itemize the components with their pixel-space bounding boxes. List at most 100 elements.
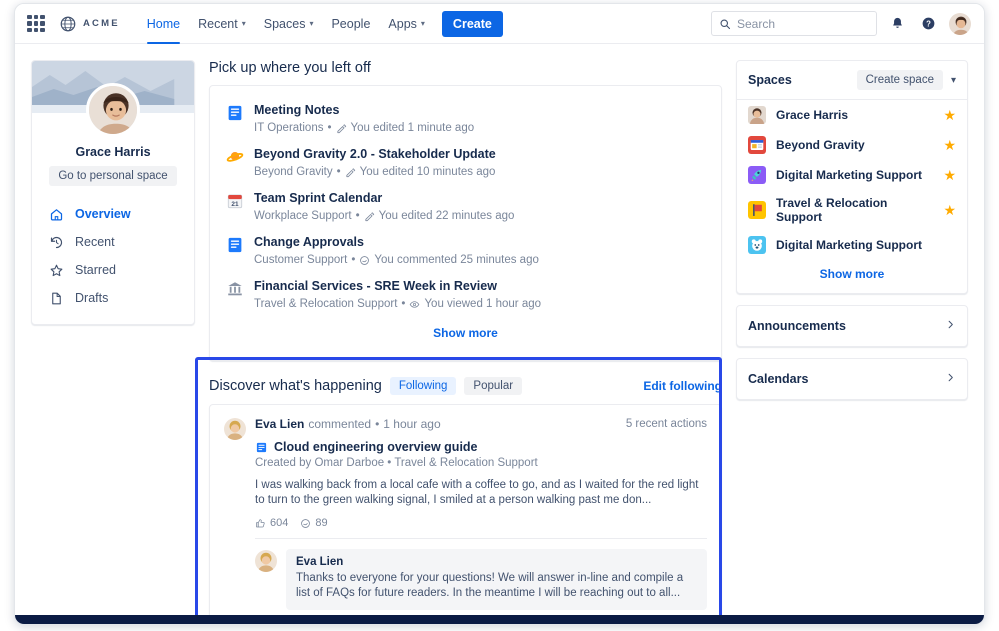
pickup-item[interactable]: Beyond Gravity 2.0 - Stakeholder Update … (210, 142, 721, 186)
feed-time: 1 hour ago (383, 417, 440, 431)
tab-following[interactable]: Following (390, 377, 457, 395)
sidebar-item-overview-label: Overview (75, 207, 131, 221)
discover-header: Discover what's happening Following Popu… (209, 377, 722, 395)
go-to-personal-space-button[interactable]: Go to personal space (49, 166, 176, 186)
user-avatar[interactable] (948, 12, 972, 36)
star-icon[interactable]: ★ (943, 137, 956, 154)
notifications-button[interactable] (886, 13, 908, 35)
pickup-item-meta: Workplace Support • You edited 22 minute… (254, 209, 514, 223)
nav-item-home[interactable]: Home (138, 4, 189, 44)
nav-item-spaces[interactable]: Spaces ▾ (255, 4, 323, 44)
dot-separator: • (356, 209, 360, 223)
app-switcher-icon[interactable] (27, 15, 45, 33)
pickup-item-action: You edited 22 minutes ago (379, 209, 515, 223)
avatar-image (255, 550, 277, 572)
nav-item-recent[interactable]: Recent ▾ (189, 4, 255, 44)
search-input[interactable]: Search (711, 11, 877, 36)
sidebar-item-drafts[interactable]: Drafts (32, 284, 194, 312)
sidebar-item-recent-label: Recent (75, 235, 115, 249)
purple-rocket-icon (748, 166, 766, 184)
show-more-link[interactable]: Show more (433, 326, 498, 340)
chevron-down-icon: ▾ (421, 19, 425, 28)
feed-doc-meta: Created by Omar Darboe • Travel & Reloca… (255, 457, 707, 469)
pickup-item-content: Team Sprint Calendar Workplace Support •… (254, 191, 514, 223)
space-item-grace-harris[interactable]: Grace Harris ★ (737, 100, 967, 130)
tab-popular[interactable]: Popular (464, 377, 522, 395)
announcements-panel[interactable]: Announcements (736, 305, 968, 347)
feed-author-name[interactable]: Eva Lien (255, 417, 304, 431)
announcements-title: Announcements (748, 319, 846, 333)
create-space-button[interactable]: Create space (857, 70, 943, 90)
pickup-item-meta: Travel & Relocation Support • You viewed… (254, 297, 541, 311)
dot-separator: • (337, 165, 341, 179)
space-item-digital-marketing-support[interactable]: Digital Marketing Support ★ (737, 160, 967, 190)
reply-author-name[interactable]: Eva Lien (296, 556, 697, 568)
pickup-item-title: Change Approvals (254, 235, 539, 250)
nav-item-people-label: People (331, 17, 370, 31)
chevron-right-icon (945, 370, 956, 388)
globe-icon (59, 15, 77, 33)
profile-avatar (86, 83, 140, 137)
star-icon (48, 262, 64, 278)
page-icon (48, 290, 64, 306)
spaces-title: Spaces (748, 73, 792, 87)
bank-icon (226, 280, 244, 298)
reply-author-avatar[interactable] (255, 550, 277, 572)
space-item-travel-relocation-support[interactable]: Travel & Relocation Support ★ (737, 190, 967, 230)
pickup-item-content: Change Approvals Customer Support • You … (254, 235, 539, 267)
dot-separator: • (327, 121, 331, 135)
svg-text:?: ? (926, 19, 931, 28)
feed-action: commented (308, 417, 371, 431)
left-sidebar: Grace Harris Go to personal space Overvi… (31, 60, 195, 625)
space-name: Digital Marketing Support (776, 238, 922, 252)
comment-count: 89 (315, 517, 327, 529)
discover-section: Discover what's happening Following Popu… (209, 377, 722, 625)
feed-doc-title[interactable]: Cloud engineering overview guide (274, 440, 478, 454)
star-icon[interactable]: ★ (943, 202, 956, 219)
star-icon[interactable]: ★ (943, 167, 956, 184)
pickup-item[interactable]: 21 Team Sprint Calendar Workplace Suppor… (210, 186, 721, 230)
feed-header-line: Eva Lien commented • 1 hour ago 5 recent… (255, 417, 707, 431)
like-reaction[interactable]: 604 (255, 517, 288, 529)
help-button[interactable]: ? (917, 13, 939, 35)
edit-following-link[interactable]: Edit following (643, 379, 722, 393)
sidebar-nav-list: Overview Recent Starred (32, 200, 194, 312)
pickup-item[interactable]: Financial Services - SRE Week in Review … (210, 274, 721, 318)
calendars-panel[interactable]: Calendars (736, 358, 968, 400)
nav-item-people[interactable]: People (322, 4, 379, 44)
history-icon (48, 234, 64, 250)
feed-author-avatar[interactable] (224, 418, 246, 440)
nav-item-apps[interactable]: Apps ▾ (379, 4, 434, 44)
chevron-down-icon[interactable]: ▾ (951, 75, 956, 86)
space-item-digital-marketing-support-2[interactable]: Digital Marketing Support (737, 230, 967, 260)
nav-item-spaces-label: Spaces (264, 17, 306, 31)
avatar-photo-icon (748, 106, 766, 124)
feed-excerpt: I was walking back from a local cafe wit… (255, 478, 707, 508)
comment-reaction[interactable]: 89 (300, 517, 327, 529)
feed-card: Eva Lien commented • 1 hour ago 5 recent… (209, 404, 722, 625)
feed-doc-link[interactable]: Cloud engineering overview guide (255, 440, 707, 454)
star-icon[interactable]: ★ (943, 107, 956, 124)
create-button[interactable]: Create (442, 11, 503, 37)
pickup-item-space: Workplace Support (254, 209, 352, 223)
brand-logo[interactable]: ACME (59, 15, 120, 33)
sidebar-item-recent[interactable]: Recent (32, 228, 194, 256)
pickup-item[interactable]: Meeting Notes IT Operations • You edited… (210, 98, 721, 142)
nav-item-home-label: Home (147, 17, 180, 31)
pickup-item-content: Financial Services - SRE Week in Review … (254, 279, 541, 311)
pickup-item-content: Meeting Notes IT Operations • You edited… (254, 103, 474, 135)
space-item-beyond-gravity[interactable]: Beyond Gravity ★ (737, 130, 967, 160)
pickup-item-space: Customer Support (254, 253, 347, 267)
sidebar-item-drafts-label: Drafts (75, 291, 108, 305)
show-more-link[interactable]: Show more (820, 267, 885, 281)
orange-planet-icon (226, 148, 244, 166)
sidebar-item-starred[interactable]: Starred (32, 256, 194, 284)
sidebar-item-overview[interactable]: Overview (32, 200, 194, 228)
pencil-icon (364, 211, 375, 222)
space-name: Grace Harris (776, 108, 848, 122)
pickup-item[interactable]: Change Approvals Customer Support • You … (210, 230, 721, 274)
profile-name: Grace Harris (32, 145, 194, 159)
dot-separator: • (401, 297, 405, 311)
red-window-icon (748, 136, 766, 154)
pickup-title: Pick up where you left off (209, 60, 722, 76)
